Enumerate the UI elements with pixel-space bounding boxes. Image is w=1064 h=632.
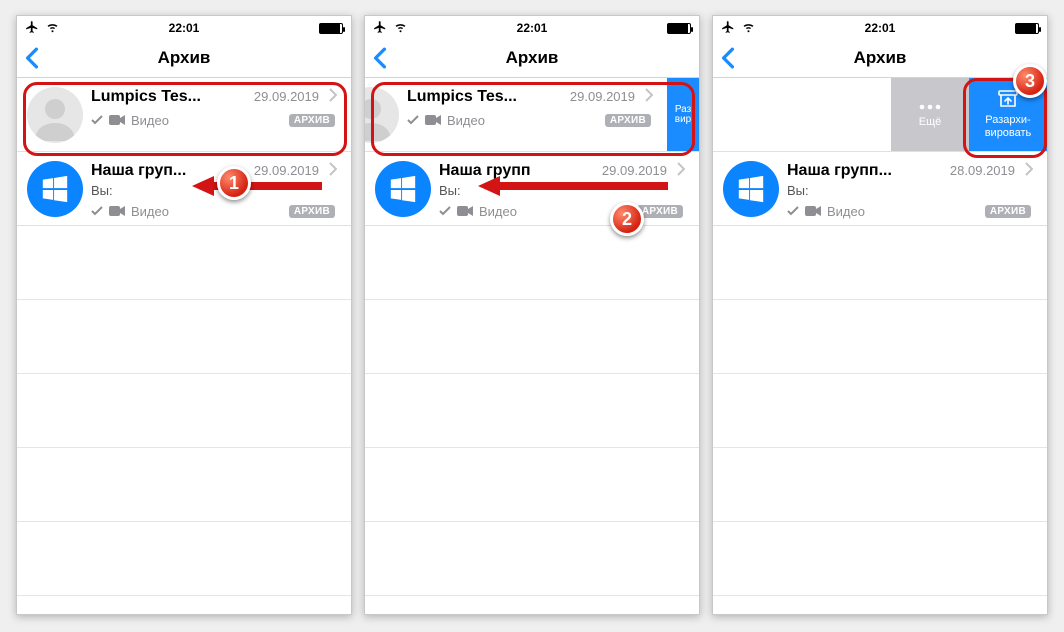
archive-badge: АРХИВ [637, 205, 683, 218]
check-icon [91, 113, 103, 128]
chat-row-lumpics[interactable]: Ещё Разархи- вировать Tes... 29.0 [713, 78, 1047, 152]
chat-date: 29.09.2019 [254, 163, 323, 178]
chat-from: Вы: [439, 183, 693, 198]
check-icon [407, 113, 419, 128]
nav-bar: Архив [365, 38, 699, 78]
status-time: 22:01 [365, 21, 699, 35]
ellipsis-icon [919, 101, 941, 113]
archive-badge: АРХИВ [985, 205, 1031, 218]
chevron-right-icon [329, 162, 337, 181]
screen-step-2: 22:01 Архив Раз вир [364, 15, 700, 615]
status-bar: 22:01 [17, 16, 351, 38]
group-avatar-windows-icon [375, 161, 431, 217]
chevron-right-icon [645, 88, 653, 107]
video-icon [109, 113, 125, 128]
screen-step-1: 22:01 Архив Lumpics Tes... [16, 15, 352, 615]
swipe-action-unarchive-partial[interactable]: Раз вир [667, 78, 699, 151]
swipe-action-more[interactable]: Ещё [891, 78, 969, 151]
empty-row [713, 374, 1047, 448]
nav-bar: Архив [713, 38, 1047, 78]
chat-preview: Видео [131, 113, 169, 128]
empty-row [365, 226, 699, 300]
status-time: 22:01 [17, 21, 351, 35]
empty-row [365, 522, 699, 596]
page-title: Архив [17, 48, 351, 68]
chat-row-group[interactable]: Наша групп... 28.09.2019 Вы: Видео АРХИВ [713, 152, 1047, 226]
empty-row [713, 522, 1047, 596]
check-icon [91, 204, 103, 219]
chat-date: 29.09.2019 [254, 89, 323, 104]
chat-row-lumpics[interactable]: Lumpics Tes... 29.09.2019 [17, 78, 351, 152]
status-time: 22:01 [713, 21, 1047, 35]
video-icon [457, 204, 473, 219]
chevron-right-icon [677, 162, 685, 181]
chat-date: 29.09.2019 [602, 163, 671, 178]
empty-row [365, 448, 699, 522]
chat-row-lumpics[interactable]: Раз вир Lumpics Tes... 29.09.2019 [365, 78, 699, 152]
empty-row [17, 448, 351, 522]
battery-icon [319, 23, 343, 34]
video-icon [805, 204, 821, 219]
empty-row [713, 448, 1047, 522]
empty-row [17, 374, 351, 448]
chat-name: Наша групп [439, 162, 531, 180]
empty-row [17, 226, 351, 300]
video-icon [425, 113, 441, 128]
chat-preview: Видео [447, 113, 485, 128]
status-bar: 22:01 [713, 16, 1047, 38]
group-avatar-windows-icon [723, 161, 779, 217]
page-title: Архив [713, 48, 1047, 68]
chat-row-group[interactable]: Наша групп 29.09.2019 Вы: Видео АРХИВ [365, 152, 699, 226]
chat-name: Lumpics Tes... [407, 88, 517, 106]
chat-name: Lumpics Tes... [91, 88, 201, 106]
archive-badge: АРХИВ [605, 114, 651, 127]
empty-row [713, 300, 1047, 374]
chat-from: Вы: [787, 183, 1041, 198]
chat-date: 29.09.2019 [570, 89, 639, 104]
battery-icon [1015, 23, 1039, 34]
chat-preview: Видео [827, 204, 865, 219]
check-icon [439, 204, 451, 219]
empty-row [365, 374, 699, 448]
chat-name: Наша групп... [787, 162, 892, 180]
check-icon [787, 204, 799, 219]
screen-step-3: 22:01 Архив Ещё [712, 15, 1048, 615]
battery-icon [667, 23, 691, 34]
chat-from: Вы: [91, 183, 345, 198]
archive-badge: АРХИВ [289, 205, 335, 218]
status-bar: 22:01 [365, 16, 699, 38]
chat-preview: Видео [479, 204, 517, 219]
chevron-right-icon [1025, 162, 1033, 181]
avatar-placeholder-icon [364, 87, 399, 143]
empty-row [365, 300, 699, 374]
archive-badge: АРХИВ [289, 114, 335, 127]
empty-row [17, 522, 351, 596]
chat-preview: Видео [131, 204, 169, 219]
chat-date: 28.09.2019 [950, 163, 1019, 178]
empty-row [17, 300, 351, 374]
group-avatar-windows-icon [27, 161, 83, 217]
nav-bar: Архив [17, 38, 351, 78]
empty-row [713, 226, 1047, 300]
chat-name: Наша груп... [91, 162, 186, 180]
chat-row-group[interactable]: Наша груп... 29.09.2019 Вы: Видео АРХИВ [17, 152, 351, 226]
unarchive-label: Разархи- вировать [985, 114, 1032, 138]
video-icon [109, 204, 125, 219]
swipe-action-unarchive[interactable]: Разархи- вировать [969, 78, 1047, 151]
more-label: Ещё [919, 116, 942, 128]
page-title: Архив [365, 48, 699, 68]
avatar-placeholder-icon [27, 87, 83, 143]
unarchive-icon [998, 90, 1018, 111]
chevron-right-icon [329, 88, 337, 107]
